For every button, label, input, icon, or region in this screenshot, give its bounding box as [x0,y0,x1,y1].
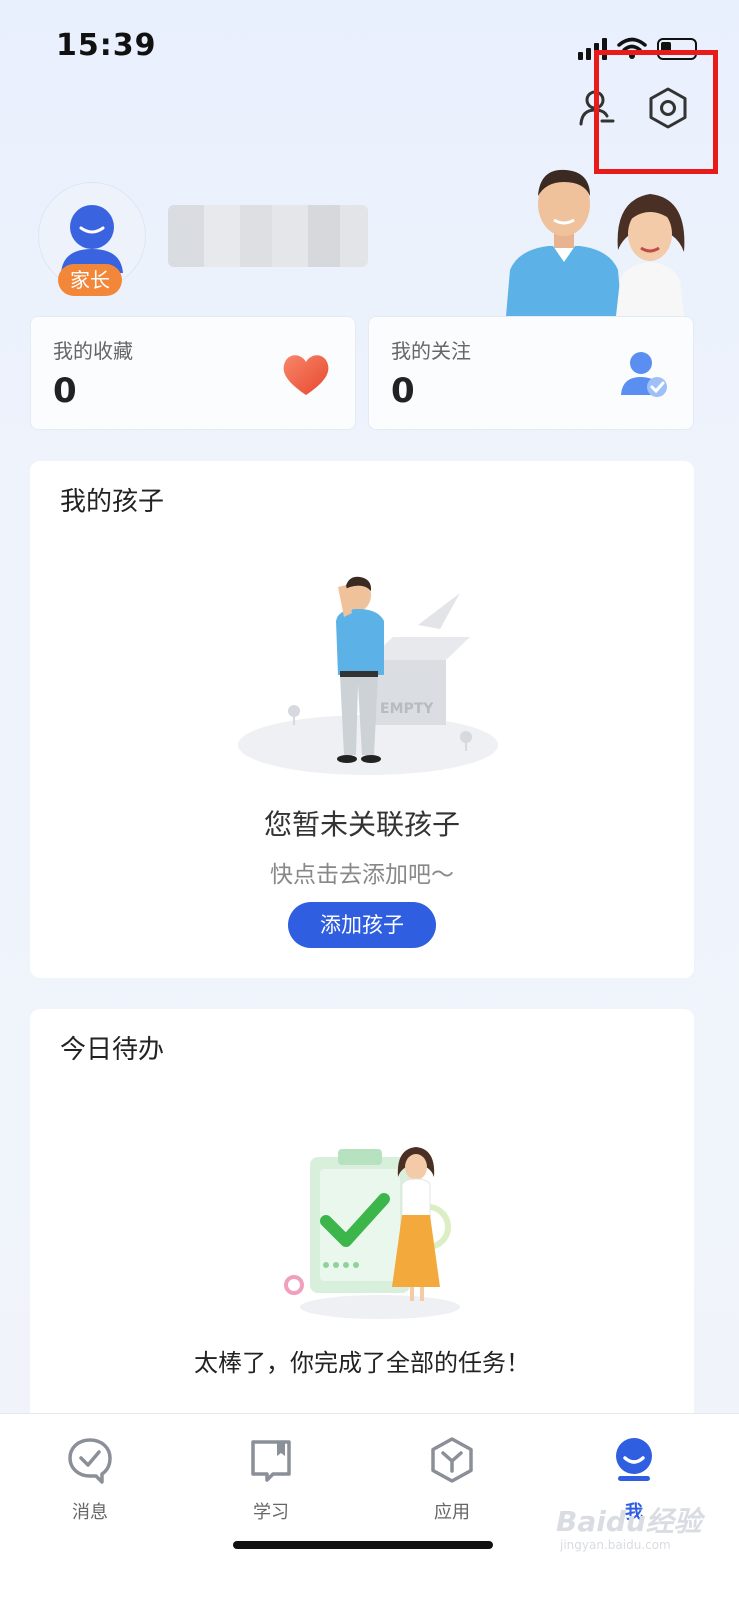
status-time: 15:39 [56,28,157,63]
watermark-url: jingyan.baidu.com [560,1538,671,1552]
empty-illustration: EMPTY [238,576,498,775]
watermark: Baidu经验 [556,1505,702,1538]
message-check-icon [68,1438,112,1484]
tab-messages[interactable]: 消息 [30,1436,150,1526]
profile-icon [616,1438,652,1481]
username-blurred [168,205,368,267]
children-card-title: 我的孩子 [60,487,165,517]
parents-illustration [506,169,685,316]
children-card: 我的孩子 EMPTY 您暂未关联孩子 快点击去添加吧～ 添加孩子 [30,461,694,978]
book-icon [251,1440,291,1482]
task-complete-illustration [284,1147,460,1319]
home-indicator[interactable] [233,1541,493,1549]
heart-icon [283,355,329,395]
no-child-title: 您暂未关联孩子 [263,808,460,841]
following-card[interactable]: 我的关注 0 [368,316,694,430]
todo-card-title: 今日待办 [60,1035,165,1065]
highlight-box [594,50,718,174]
todo-card: 今日待办 太棒了，你完成了全部的任务！ [30,1009,694,1429]
role-badge: 家长 [58,264,122,296]
following-count: 0 [391,371,415,411]
following-label: 我的关注 [391,339,471,363]
favorites-count: 0 [53,371,77,411]
follow-user-icon [621,352,667,397]
no-child-subtitle: 快点击去添加吧～ [270,862,454,888]
tab-messages-label: 消息 [72,1502,108,1523]
tab-apps-label: 应用 [434,1502,470,1523]
favorites-label: 我的收藏 [53,339,133,363]
all-tasks-done-message: 太棒了，你完成了全部的任务！ [194,1349,530,1377]
empty-box-label: EMPTY [380,701,434,717]
favorites-card[interactable]: 我的收藏 0 [30,316,356,430]
tab-apps[interactable]: 应用 [392,1436,512,1526]
tab-study-label: 学习 [253,1502,289,1523]
tab-study[interactable]: 学习 [211,1436,331,1526]
add-child-button[interactable]: 添加孩子 [288,902,436,948]
hexagon-app-icon [431,1437,473,1483]
